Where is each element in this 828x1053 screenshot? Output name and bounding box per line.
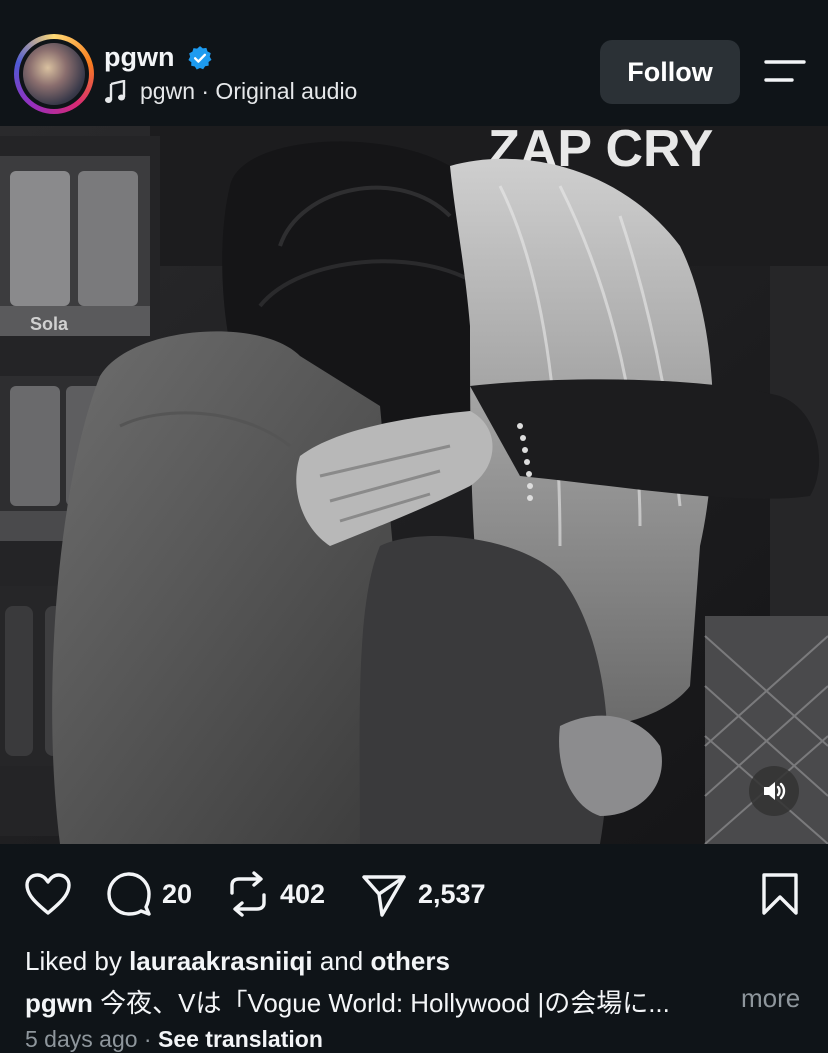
post-video[interactable]: ZAP CRY Sola — [0, 126, 828, 844]
repost-count: 402 — [280, 878, 326, 909]
post-header: pgwn pgwn · Original audio Follow — [0, 0, 828, 126]
follow-button[interactable]: Follow — [600, 40, 740, 104]
more-link[interactable]: more — [735, 983, 801, 1014]
repost-icon — [230, 871, 266, 917]
avatar[interactable] — [14, 34, 94, 114]
audio-label: pgwn · Original audio — [140, 78, 358, 104]
comment-icon — [107, 872, 151, 916]
comment-count: 20 — [162, 878, 193, 909]
avatar-border — [19, 39, 89, 109]
liked-user[interactable]: lauraakrasniiqi — [129, 946, 313, 976]
comment-action[interactable]: 20 — [106, 872, 192, 916]
post-actions: 20 402 2,537 — [0, 860, 828, 930]
audio-info[interactable]: pgwn · Original audio — [104, 78, 357, 105]
post-caption: pgwn 今夜、Vは「Vogue World: Hollywood |の会場に.… — [25, 983, 815, 1020]
like-action[interactable] — [24, 872, 72, 916]
post-meta: 5 days ago · See translation — [25, 1026, 323, 1053]
post-time: 5 days ago — [25, 1026, 138, 1052]
liked-by: Liked by lauraakrasniiqi and others — [25, 946, 450, 977]
liked-others[interactable]: others — [370, 946, 449, 976]
menu-icon[interactable] — [762, 58, 806, 86]
repost-action[interactable]: 402 — [226, 871, 326, 917]
speaker-icon — [764, 782, 786, 800]
heart-icon — [25, 873, 71, 915]
caption-author[interactable]: pgwn — [25, 988, 93, 1018]
video-frame: ZAP CRY Sola — [0, 126, 828, 844]
username[interactable]: pgwn — [104, 42, 174, 73]
liked-middle: and — [312, 946, 371, 976]
share-action[interactable]: 2,537 — [360, 872, 486, 917]
liked-prefix: Liked by — [25, 946, 130, 976]
share-icon — [362, 875, 406, 917]
caption-text: 今夜、Vは「Vogue World: Hollywood |の会場に... — [92, 988, 670, 1018]
sound-toggle-button[interactable] — [749, 766, 799, 816]
shelf-label: Sola — [30, 314, 69, 334]
save-action[interactable] — [760, 872, 800, 916]
verified-badge-icon — [188, 46, 212, 70]
avatar-image — [23, 43, 85, 105]
music-note-icon — [105, 79, 126, 103]
share-count: 2,537 — [418, 878, 486, 909]
see-translation-link[interactable]: See translation — [158, 1026, 323, 1052]
meta-separator: · — [137, 1026, 158, 1052]
bookmark-icon — [762, 873, 798, 915]
